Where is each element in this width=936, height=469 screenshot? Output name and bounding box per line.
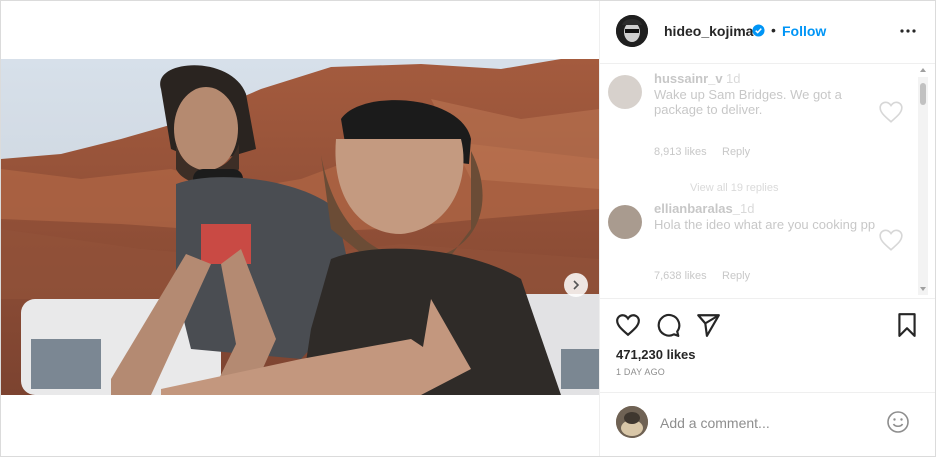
comment-reply-button[interactable]: Reply [722, 269, 750, 284]
comment-username[interactable]: ellianbaralas_ [654, 201, 740, 216]
comment-reply-button[interactable]: Reply [722, 145, 750, 160]
more-options-icon[interactable] [898, 21, 918, 41]
chevron-right-icon [573, 280, 580, 290]
follow-button[interactable]: Follow [782, 23, 826, 39]
likes-count[interactable]: 471,230 likes [616, 347, 696, 362]
comment-age: 1d [740, 201, 755, 216]
heart-icon[interactable] [615, 312, 641, 338]
verified-badge-icon [752, 24, 765, 37]
header-separator: • [771, 22, 776, 38]
comment-text: Hola the ideo what are you cooking pp [654, 217, 876, 232]
post-sidebar: hideo_kojima • Follow hussainr_v 1d Wake… [600, 1, 935, 456]
author-username[interactable]: hideo_kojima [664, 23, 753, 39]
scroll-down-arrow[interactable] [920, 287, 926, 291]
comment-input[interactable] [658, 412, 882, 434]
comment-age: 1d [726, 71, 741, 86]
author-avatar[interactable] [616, 15, 648, 47]
commenter-avatar[interactable] [608, 75, 642, 109]
share-icon[interactable] [695, 312, 721, 338]
comment-username[interactable]: hussainr_v [654, 71, 723, 86]
current-user-avatar-image [616, 406, 648, 438]
post-header: hideo_kojima • Follow [600, 1, 935, 64]
heart-icon[interactable] [878, 99, 904, 125]
post-date: 1 DAY AGO [616, 367, 665, 377]
scroll-up-arrow[interactable] [920, 68, 926, 72]
comment-likes[interactable]: 8,913 likes [654, 145, 707, 160]
carousel-next-button[interactable] [564, 273, 588, 297]
author-avatar-image [616, 15, 648, 47]
comment-likes[interactable]: 7,638 likes [654, 269, 707, 284]
commenter-avatar[interactable] [608, 205, 642, 239]
comments-list[interactable]: hussainr_v 1d Wake up Sam Bridges. We go… [606, 65, 921, 297]
comment-icon[interactable] [655, 312, 681, 338]
scrollbar-thumb[interactable] [920, 83, 926, 105]
view-replies-button[interactable]: View all 19 replies [690, 181, 778, 196]
post-modal: hideo_kojima • Follow hussainr_v 1d Wake… [0, 0, 936, 457]
post-image[interactable] [1, 59, 599, 395]
photo-scene [1, 59, 599, 395]
current-user-avatar [616, 406, 648, 438]
heart-icon[interactable] [878, 227, 904, 253]
section-divider [600, 392, 935, 393]
comment-text: Wake up Sam Bridges. We got a package to… [654, 87, 842, 117]
emoji-icon[interactable] [886, 410, 910, 434]
comments-scrollbar[interactable] [918, 77, 928, 295]
bookmark-icon[interactable] [894, 312, 920, 338]
section-divider [600, 298, 935, 299]
